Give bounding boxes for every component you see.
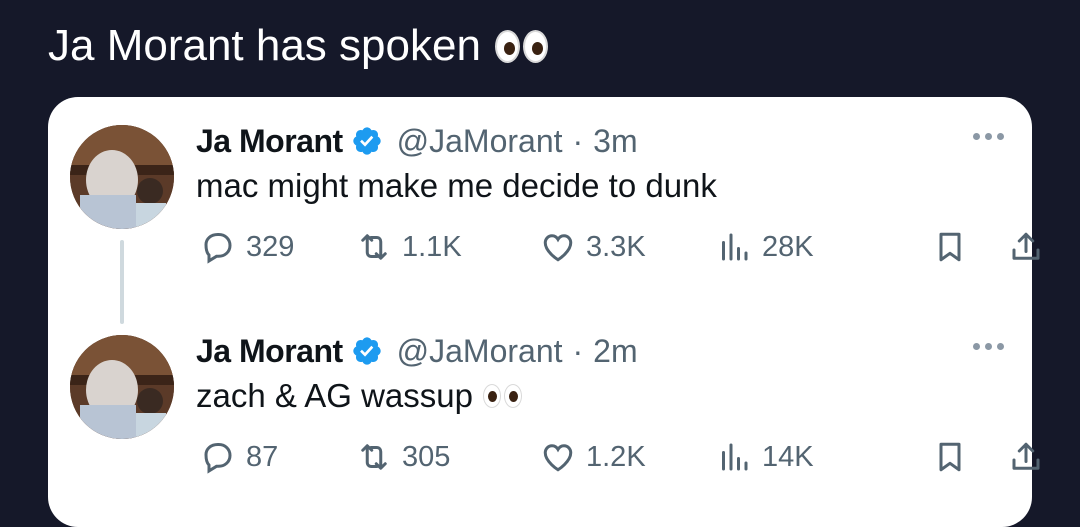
retweet-button[interactable]: 1.1K	[356, 225, 462, 269]
bookmark-icon	[939, 442, 961, 472]
reply-button[interactable]: 87	[200, 435, 278, 479]
tweet-actions: 329 1.1K 3.3K 28K	[196, 225, 1040, 269]
tweet-2[interactable]: Ja Morant @JaMorant · 2m zach & AG wassu…	[48, 307, 1040, 474]
tweet-actions: 87 305 1.2K 14K	[196, 435, 1040, 479]
retweet-button[interactable]: 305	[356, 435, 450, 479]
share-icon	[1012, 232, 1040, 260]
tweet-text: zach & AG wassup	[196, 375, 522, 417]
reply-icon	[204, 233, 232, 264]
views-icon	[722, 233, 748, 261]
like-icon	[543, 444, 573, 472]
like-count: 1.2K	[586, 440, 646, 473]
views-icon	[722, 443, 748, 471]
verified-badge-icon	[352, 337, 381, 365]
tweet-header: Ja Morant @JaMorant · 2m	[196, 331, 638, 371]
reply-icon	[204, 443, 232, 474]
avatar[interactable]	[70, 335, 174, 439]
share-button[interactable]	[1008, 435, 1044, 479]
retweet-icon	[361, 444, 387, 470]
eyes-emoji-icon	[494, 29, 548, 63]
tweet-1[interactable]: Ja Morant @JaMorant · 3m mac might make …	[48, 97, 1040, 264]
caption-text: Ja Morant has spoken	[48, 21, 481, 70]
like-button[interactable]: 3.3K	[540, 225, 646, 269]
views-button[interactable]: 28K	[716, 225, 814, 269]
user-handle[interactable]: @JaMorant	[397, 331, 563, 371]
separator-dot: ·	[572, 123, 584, 159]
tweet-text-content: mac might make me decide to dunk	[196, 167, 717, 204]
reply-count: 87	[246, 440, 279, 473]
tweet-text-content: zach & AG wassup	[196, 377, 473, 414]
retweet-count: 305	[402, 440, 451, 473]
views-button[interactable]: 14K	[716, 435, 814, 479]
share-icon	[1012, 442, 1040, 470]
view-count: 28K	[762, 230, 814, 263]
more-icon[interactable]	[973, 343, 1004, 350]
retweet-icon	[361, 234, 387, 260]
verified-badge-icon	[352, 127, 381, 155]
separator-dot: ·	[572, 333, 584, 369]
more-icon[interactable]	[973, 133, 1004, 140]
bookmark-button[interactable]	[932, 225, 968, 269]
share-button[interactable]	[1008, 225, 1044, 269]
avatar[interactable]	[70, 125, 174, 229]
eyes-emoji-icon	[482, 384, 522, 408]
timestamp[interactable]: 2m	[593, 331, 637, 371]
tweet-header: Ja Morant @JaMorant · 3m	[196, 121, 638, 161]
bookmark-button[interactable]	[932, 435, 968, 479]
tweet-text: mac might make me decide to dunk	[196, 165, 717, 207]
view-count: 14K	[762, 440, 814, 473]
display-name[interactable]: Ja Morant	[196, 121, 343, 161]
like-count: 3.3K	[586, 230, 646, 263]
display-name[interactable]: Ja Morant	[196, 331, 343, 371]
retweet-count: 1.1K	[402, 230, 462, 263]
timestamp[interactable]: 3m	[593, 121, 637, 161]
reply-button[interactable]: 329	[200, 225, 294, 269]
like-icon	[543, 234, 573, 262]
post-caption: Ja Morant has spoken	[48, 18, 548, 74]
reply-count: 329	[246, 230, 295, 263]
bookmark-icon	[939, 232, 961, 262]
like-button[interactable]: 1.2K	[540, 435, 646, 479]
user-handle[interactable]: @JaMorant	[397, 121, 563, 161]
